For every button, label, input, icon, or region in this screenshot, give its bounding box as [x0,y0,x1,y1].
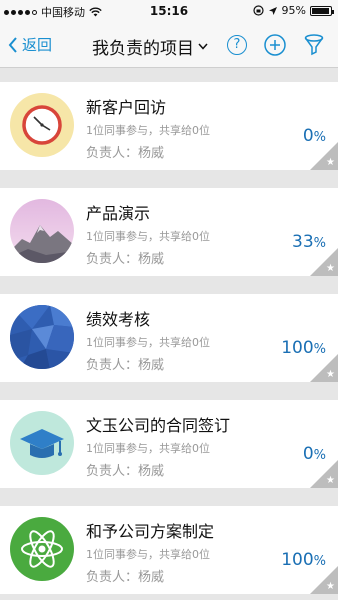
back-label: 返回 [22,36,53,54]
star-icon[interactable]: ★ [326,369,335,380]
project-title: 和予公司方案制定 [86,522,215,541]
project-members: 1位同事参与，共享给0位 [86,442,210,455]
clock-icon [10,93,74,157]
project-card[interactable]: 和予公司方案制定 1位同事参与，共享给0位 负责人：杨威 100% ★ [0,506,338,594]
star-icon[interactable]: ★ [326,475,335,486]
atom-icon [10,517,74,581]
project-owner: 负责人：杨威 [86,252,165,267]
project-members: 1位同事参与，共享给0位 [86,336,210,349]
project-members: 1位同事参与，共享给0位 [86,548,210,561]
mountain-icon [10,199,74,263]
orientation-lock-icon [252,5,264,16]
project-owner: 负责人：杨威 [86,358,165,373]
help-button[interactable]: ? [227,35,247,55]
project-card[interactable]: 绩效考核 1位同事参与，共享给0位 负责人：杨威 100% ★ [0,294,338,382]
project-title: 新客户回访 [86,98,167,117]
star-icon[interactable]: ★ [326,581,335,592]
navigation-bar: 返回 我负责的项目 ? [0,22,338,68]
project-members: 1位同事参与，共享给0位 [86,124,210,137]
add-button[interactable] [264,34,286,56]
project-title: 文玉公司的合同签订 [86,416,231,435]
battery-percent: 95% [281,4,306,17]
page-title: 我负责的项目 [92,39,194,59]
project-card[interactable]: 文玉公司的合同签订 1位同事参与，共享给0位 负责人：杨威 0% ★ [0,400,338,488]
project-title: 产品演示 [86,204,151,223]
status-bar: 中国移动 15:16 95% [0,0,338,22]
status-right: 95% [252,4,334,17]
star-icon[interactable]: ★ [326,263,335,274]
project-title: 绩效考核 [86,310,151,329]
filter-button[interactable] [304,34,324,56]
project-list: 新客户回访 1位同事参与，共享给0位 负责人：杨威 0% ★ 产品演示 1位同事… [0,82,338,600]
battery-level [312,7,330,14]
project-members: 1位同事参与，共享给0位 [86,230,210,243]
project-card[interactable]: 新客户回访 1位同事参与，共享给0位 负责人：杨威 0% ★ [0,82,338,170]
graduation-cap-icon [10,411,74,475]
project-card[interactable]: 产品演示 1位同事参与，共享给0位 负责人：杨威 33% ★ [0,188,338,276]
project-owner: 负责人：杨威 [86,146,165,161]
project-owner: 负责人：杨威 [86,570,165,585]
back-button[interactable]: 返回 [8,34,52,55]
polygon-sphere-icon [10,305,74,369]
location-arrow-icon [268,6,277,15]
battery-icon [310,5,334,16]
chevron-left-icon [8,36,17,53]
chevron-down-icon [198,43,208,50]
project-owner: 负责人：杨威 [86,464,165,479]
star-icon[interactable]: ★ [326,157,335,168]
page-title-dropdown[interactable]: 我负责的项目 [92,34,208,59]
